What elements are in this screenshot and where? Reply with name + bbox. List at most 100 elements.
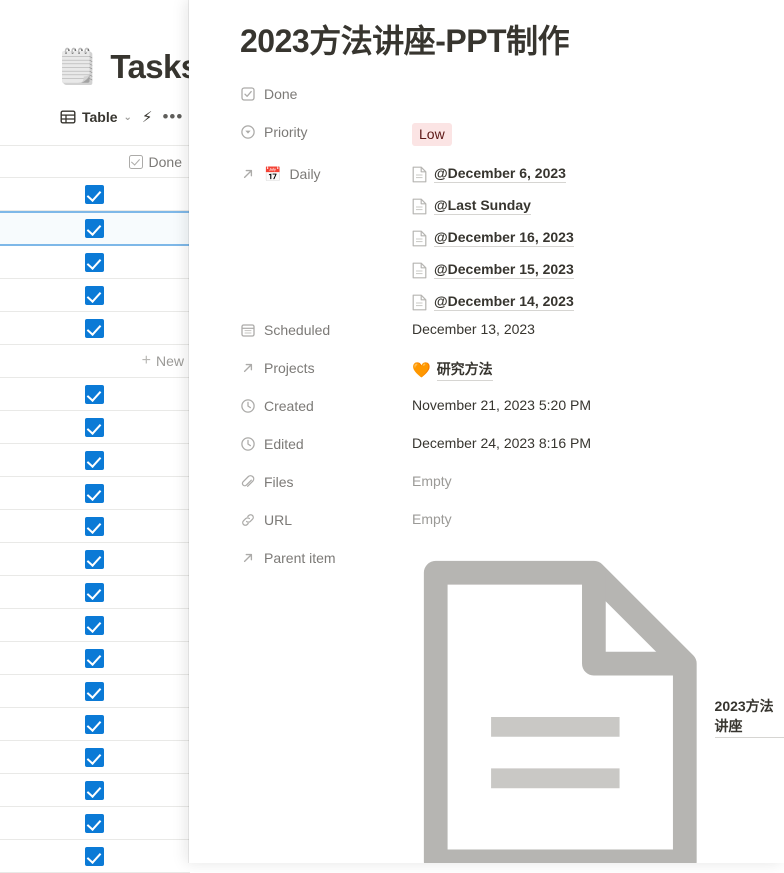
more-options-icon[interactable]: •••: [162, 108, 183, 125]
property-label-text: Edited: [264, 436, 304, 453]
row-checkbox[interactable]: [85, 549, 104, 569]
row-checkbox[interactable]: [85, 582, 104, 602]
table-row[interactable]: [0, 708, 190, 741]
table-row-selected[interactable]: [0, 211, 190, 246]
row-checkbox[interactable]: [85, 285, 104, 305]
table-row[interactable]: [0, 741, 190, 774]
row-checkbox[interactable]: [85, 384, 104, 404]
property-value-parent-item[interactable]: 2023方法讲座: [412, 546, 784, 863]
property-row-projects[interactable]: Projects 🧡 研究方法: [240, 356, 784, 394]
property-value-scheduled[interactable]: December 13, 2023: [412, 318, 784, 337]
page-icon: [412, 230, 427, 247]
property-value-files[interactable]: Empty: [412, 470, 784, 489]
property-row-done[interactable]: Done: [240, 82, 784, 120]
table-row[interactable]: [0, 840, 190, 873]
row-checkbox[interactable]: [85, 813, 104, 833]
relation-item[interactable]: 2023方法讲座: [412, 549, 784, 863]
property-row-created[interactable]: Created November 21, 2023 5:20 PM: [240, 394, 784, 432]
priority-badge[interactable]: Low: [412, 123, 452, 147]
row-checkbox[interactable]: [85, 184, 104, 204]
table-row[interactable]: [0, 279, 190, 312]
property-row-scheduled[interactable]: Scheduled December 13, 2023: [240, 318, 784, 356]
row-checkbox[interactable]: [85, 714, 104, 734]
new-row-button[interactable]: + New: [0, 345, 190, 378]
relation-item[interactable]: 🧡 研究方法: [412, 359, 784, 382]
page-icon: [412, 166, 427, 183]
property-label-text: Scheduled: [264, 322, 331, 339]
property-label-text: Files: [264, 474, 294, 491]
row-checkbox[interactable]: [85, 318, 104, 338]
table-row[interactable]: [0, 444, 190, 477]
row-checkbox[interactable]: [85, 780, 104, 800]
table-row[interactable]: [0, 774, 190, 807]
row-checkbox[interactable]: [85, 615, 104, 635]
relation-item-label: @December 16, 2023: [434, 229, 574, 248]
row-checkbox[interactable]: [85, 681, 104, 701]
checkbox-icon: [128, 154, 143, 169]
table-row[interactable]: [0, 510, 190, 543]
relation-item-label: 研究方法: [436, 359, 493, 382]
table-row[interactable]: [0, 642, 190, 675]
row-checkbox[interactable]: [85, 417, 104, 437]
view-tab-table[interactable]: Table ⌄: [60, 109, 132, 125]
property-row-parent-item[interactable]: Parent item 2023方法讲座: [240, 546, 784, 863]
table-row[interactable]: [0, 807, 190, 840]
property-label-edited[interactable]: Edited: [240, 432, 412, 452]
relation-item[interactable]: @December 15, 2023: [412, 254, 784, 286]
row-checkbox[interactable]: [85, 252, 104, 272]
clock-icon: [241, 437, 255, 452]
relation-item[interactable]: @Last Sunday: [412, 190, 784, 222]
property-row-files[interactable]: Files Empty: [240, 470, 784, 508]
database-toolbar: Table ⌄ ⚡ •••: [60, 108, 183, 126]
property-label-scheduled[interactable]: Scheduled: [240, 318, 412, 338]
property-row-url[interactable]: URL Empty: [240, 508, 784, 546]
table-row[interactable]: [0, 246, 190, 279]
property-label-text: Parent item: [264, 550, 336, 567]
row-checkbox[interactable]: [85, 747, 104, 767]
property-value-projects[interactable]: 🧡 研究方法: [412, 356, 784, 382]
table-row[interactable]: [0, 477, 190, 510]
column-header-done[interactable]: Done: [0, 145, 190, 178]
row-checkbox[interactable]: [85, 219, 104, 238]
table-row[interactable]: [0, 543, 190, 576]
chevron-down-icon[interactable]: ⌄: [124, 112, 132, 123]
property-value-priority[interactable]: Low: [412, 120, 784, 147]
property-row-edited[interactable]: Edited December 24, 2023 8:16 PM: [240, 432, 784, 470]
relation-item[interactable]: @December 6, 2023: [412, 158, 784, 190]
table-row[interactable]: [0, 312, 190, 345]
property-label-url[interactable]: URL: [240, 508, 412, 528]
property-label-parent-item[interactable]: Parent item: [240, 546, 412, 566]
table-row[interactable]: [0, 576, 190, 609]
relation-item[interactable]: @December 14, 2023: [412, 286, 784, 318]
property-label-files[interactable]: Files: [240, 470, 412, 490]
property-label-priority[interactable]: Priority: [240, 120, 412, 140]
page-icon: [412, 262, 427, 279]
property-row-daily[interactable]: 📅 Daily @December 6, 2023 @Last Sunday @…: [240, 158, 784, 318]
page-title[interactable]: 2023方法讲座-PPT制作: [240, 22, 784, 60]
property-value-daily[interactable]: @December 6, 2023 @Last Sunday @December…: [412, 158, 784, 318]
property-label-projects[interactable]: Projects: [240, 356, 412, 376]
property-label-text: Daily: [289, 166, 321, 183]
table-row[interactable]: [0, 411, 190, 444]
page-icon: [423, 561, 697, 863]
property-label-text: Priority: [264, 124, 308, 141]
property-value-done[interactable]: [412, 82, 784, 85]
property-label-done[interactable]: Done: [240, 82, 412, 102]
row-checkbox[interactable]: [85, 483, 104, 503]
row-checkbox[interactable]: [85, 648, 104, 668]
property-row-priority[interactable]: Priority Low: [240, 120, 784, 158]
checkbox-icon: [241, 87, 255, 102]
table-row[interactable]: [0, 609, 190, 642]
row-checkbox[interactable]: [85, 450, 104, 470]
row-checkbox[interactable]: [85, 516, 104, 536]
lightning-bolt-icon[interactable]: ⚡: [142, 108, 153, 126]
column-header-label: Done: [148, 153, 182, 170]
property-label-created[interactable]: Created: [240, 394, 412, 414]
property-value-url[interactable]: Empty: [412, 508, 784, 527]
property-label-text: Done: [264, 86, 298, 103]
table-row[interactable]: [0, 675, 190, 708]
table-row[interactable]: [0, 378, 190, 411]
property-label-daily[interactable]: 📅 Daily: [240, 158, 412, 182]
table-row[interactable]: [0, 178, 190, 211]
relation-item[interactable]: @December 16, 2023: [412, 222, 784, 254]
